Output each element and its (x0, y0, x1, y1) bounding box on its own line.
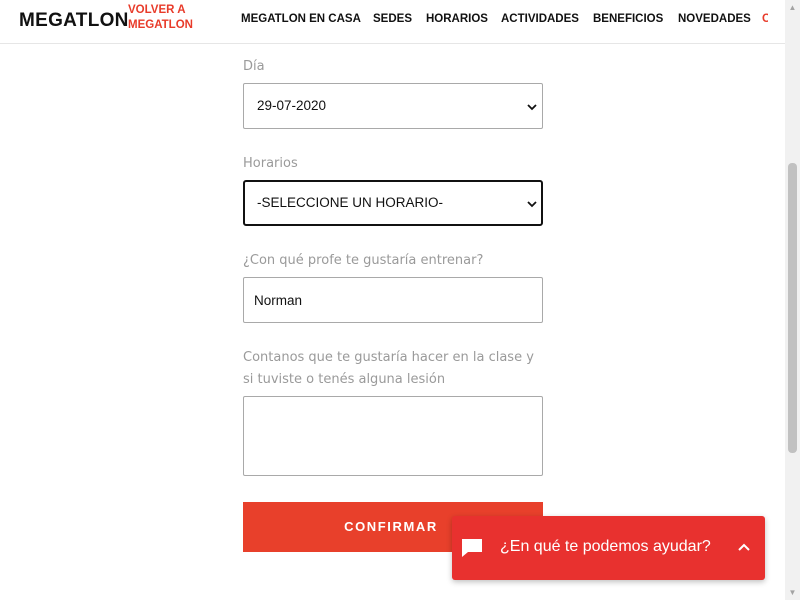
nav-item-novedades[interactable]: NOVEDADES (678, 13, 751, 25)
chat-widget[interactable]: ¿En qué te podemos ayudar? (452, 516, 765, 580)
site-header: MEGATLON VOLVER A MEGATLON MEGATLON EN C… (0, 0, 785, 44)
chevron-down-icon (527, 201, 537, 208)
horarios-select-value: -SELECCIONE UN HORARIO- (257, 195, 444, 210)
nav-item-megatlon-en-casa[interactable]: MEGATLON EN CASA (241, 13, 361, 25)
horarios-select[interactable]: -SELECCIONE UN HORARIO- (243, 180, 543, 226)
dia-label: Día (243, 59, 265, 74)
scroll-up-icon[interactable]: ▲ (785, 0, 800, 15)
scroll-down-icon[interactable]: ▼ (785, 585, 800, 600)
scroll-thumb[interactable] (788, 163, 797, 453)
chat-prompt: ¿En qué te podemos ayudar? (500, 538, 711, 555)
dia-select-value: 29-07-2020 (257, 98, 327, 113)
dia-select[interactable]: 29-07-2020 (243, 83, 543, 129)
nav-item-beneficios[interactable]: BENEFICIOS (593, 13, 663, 25)
chevron-down-icon (527, 104, 537, 111)
page-scrollbar[interactable]: ▲ ▼ (785, 0, 800, 600)
comentario-textarea[interactable] (243, 396, 543, 476)
nav-overflow-item[interactable]: C (762, 13, 768, 29)
nav-item-sedes[interactable]: SEDES (373, 13, 412, 25)
back-to-megatlon-link[interactable]: VOLVER A MEGATLON (128, 3, 218, 33)
chevron-up-icon[interactable] (737, 542, 751, 552)
nav-item-horarios[interactable]: HORARIOS (426, 13, 488, 25)
profe-label: ¿Con qué profe te gustaría entrenar? (243, 253, 484, 268)
megatlon-logo[interactable]: MEGATLON (19, 10, 129, 32)
nav-item-actividades[interactable]: ACTIVIDADES (501, 13, 579, 25)
comentario-label: Contanos que te gustaría hacer en la cla… (243, 350, 534, 387)
profe-input-value: Norman (254, 293, 303, 308)
horarios-label: Horarios (243, 156, 298, 171)
chat-bubble-icon (462, 539, 482, 557)
profe-input[interactable]: Norman (243, 277, 543, 323)
